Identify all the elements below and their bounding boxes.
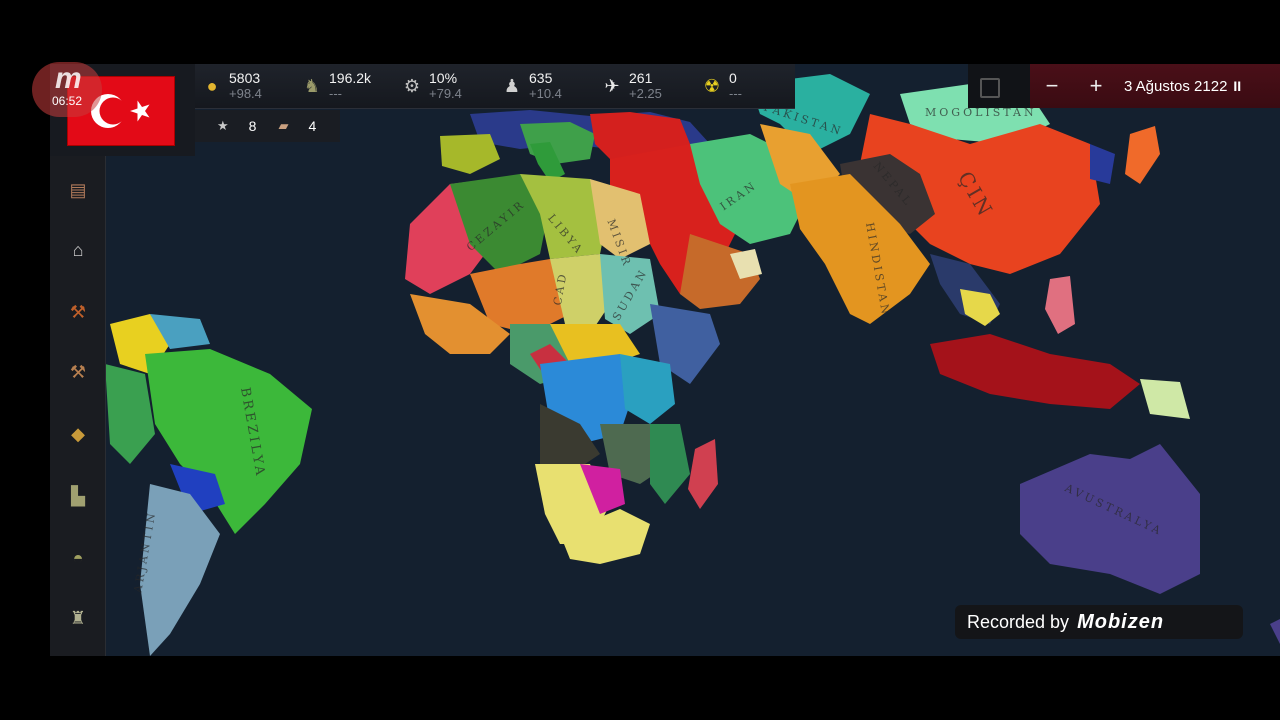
capitol-icon[interactable]: ⌂ (64, 236, 92, 264)
game-viewport[interactable]: CEZAYIR LIBYA MISIR CAD SUDAN IRAN PAKIS… (50, 64, 1280, 656)
resource-nuclear[interactable]: ☢ 0 --- (699, 70, 795, 102)
industry-delta: +79.4 (429, 86, 462, 101)
mobizen-logo-icon: m (55, 62, 82, 95)
stars-counter[interactable]: ★ 8 (217, 118, 256, 134)
gold-value: 5803 (229, 70, 261, 86)
resource-research[interactable]: ♟ 635 +10.4 (499, 70, 595, 102)
resource-industry[interactable]: ⚙ 10% +79.4 (399, 70, 495, 102)
recorded-by-watermark: Recorded by Mobizen (955, 605, 1243, 639)
army-delta: --- (329, 86, 342, 101)
resource-gold[interactable]: ● 5803 +98.4 (199, 70, 295, 102)
soldier-icon: ♞ (303, 75, 321, 96)
dove-icon: ✈ (604, 75, 620, 96)
stars-value: 8 (248, 118, 257, 134)
radiation-icon: ☢ (703, 75, 721, 96)
star-icon: ★ (217, 118, 229, 133)
scroll-counter[interactable]: ▰ 4 (278, 118, 316, 134)
army-value: 196.2k (329, 70, 372, 86)
book-icon[interactable]: ▤ (64, 176, 92, 204)
gold-delta: +98.4 (229, 86, 262, 101)
bust-icon: ♟ (503, 75, 521, 96)
research-delta: +10.4 (529, 86, 562, 101)
gold-coins-icon: ● (206, 75, 218, 96)
troops-icon[interactable]: ♜ (64, 604, 92, 632)
resource-army[interactable]: ♞ 196.2k --- (299, 70, 395, 102)
world-map[interactable]: CEZAYIR LIBYA MISIR CAD SUDAN IRAN PAKIS… (50, 64, 1280, 656)
pause-button[interactable]: II (1233, 78, 1241, 94)
helmet-icon[interactable]: ◓ (64, 544, 92, 572)
current-date: 3 Ağustos 2122 (1124, 77, 1228, 95)
diplomacy-value: 261 (629, 70, 653, 86)
gavel-icon[interactable]: ⚒ (64, 298, 92, 326)
factory-icon[interactable]: ▙ (64, 482, 92, 510)
recorded-label: Recorded by (967, 611, 1070, 632)
speed-checkbox[interactable] (980, 78, 1000, 98)
zoom-out-button[interactable]: − (1030, 73, 1074, 99)
zoom-in-button[interactable]: + (1074, 73, 1118, 99)
nuclear-delta: --- (729, 86, 742, 101)
date-panel: − + 3 Ağustos 2122 II (1030, 64, 1280, 108)
resource-bar: ● 5803 +98.4 ♞ 196.2k --- ⚙ 10% +79.4 ♟ 635… (195, 64, 795, 109)
scroll-icon: ▰ (278, 118, 289, 133)
sub-resource-bar: ★ 8 ▰ 4 (195, 110, 340, 142)
recording-clock: 06:52 (52, 94, 83, 108)
resource-diplomacy[interactable]: ✈ 261 +2.25 (599, 70, 695, 102)
left-sidebar: ▤ ⌂ ⚒ ⚒ ◆ ▙ ◓ ♜ (50, 156, 106, 656)
bag-icon[interactable]: ◆ (64, 420, 92, 448)
mobizen-brand: Mobizen (1077, 610, 1165, 633)
research-value: 635 (529, 70, 553, 86)
scroll-value: 4 (308, 118, 317, 134)
industry-value: 10% (429, 70, 458, 86)
gears-icon: ⚙ (403, 75, 421, 96)
hammer-icon[interactable]: ⚒ (64, 358, 92, 386)
diplomacy-delta: +2.25 (629, 86, 662, 101)
nuclear-value: 0 (729, 70, 737, 86)
